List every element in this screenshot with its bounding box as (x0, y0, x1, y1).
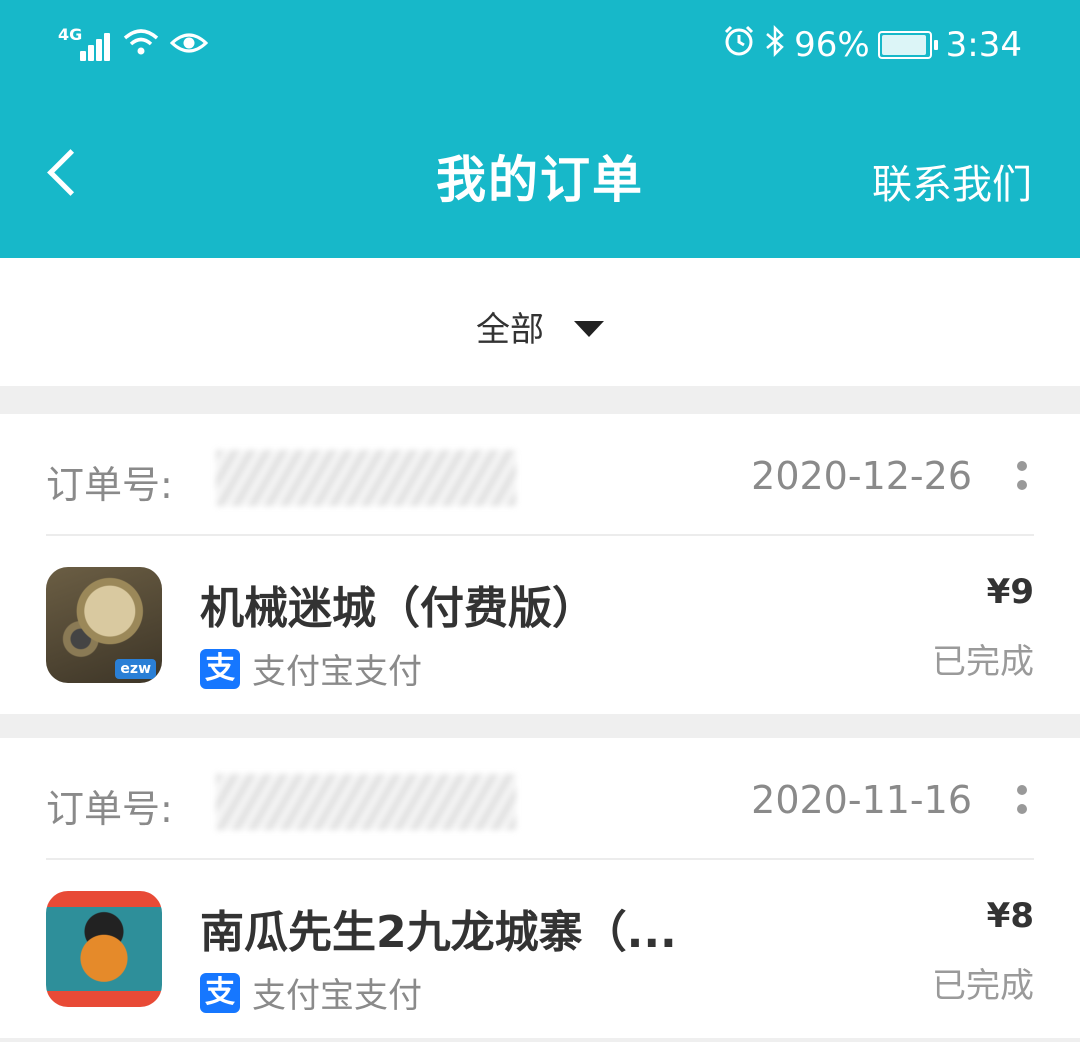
status-left: 4G (58, 22, 209, 68)
order-price: ¥8 (986, 896, 1034, 936)
order-number-redacted (216, 774, 516, 830)
order-price: ¥9 (986, 572, 1034, 612)
more-options-icon[interactable] (1016, 458, 1028, 502)
filter-dropdown[interactable]: 全部 (0, 302, 1080, 351)
more-options-icon[interactable] (1016, 782, 1028, 826)
order-date: 2020-11-16 (751, 778, 972, 822)
caret-down-icon (574, 320, 604, 337)
filter-bar: 全部 (0, 258, 1080, 386)
alipay-icon: 支 (200, 972, 240, 1013)
order-number-redacted (216, 450, 516, 506)
order-number-label: 订单号: (46, 463, 173, 507)
order-header: 订单号: 2020-11-16 (46, 774, 1034, 831)
status-bar: 4G 96% 3:34 (0, 0, 1080, 90)
battery-percent: 96% (794, 25, 870, 65)
wifi-icon (122, 26, 160, 64)
order-status: 已完成 (932, 966, 1034, 1006)
signal-icon: 4G (58, 25, 112, 65)
order-header: 订单号: 2020-12-26 (46, 450, 1034, 507)
alarm-icon (722, 24, 756, 66)
network-type: 4G (58, 25, 83, 44)
app-icon (46, 891, 162, 1007)
order-number-label: 订单号: (46, 787, 173, 831)
divider (46, 858, 1034, 860)
alipay-icon: 支 (200, 648, 240, 689)
bluetooth-icon (764, 24, 786, 66)
nav-bar: 我的订单 联系我们 (0, 110, 1080, 240)
payment-method: 支 支付宝支付 (200, 968, 422, 1017)
eye-icon (169, 29, 209, 62)
divider (46, 534, 1034, 536)
payment-method-label: 支付宝支付 (252, 976, 422, 1016)
order-date: 2020-12-26 (751, 454, 972, 498)
clock-time: 3:34 (945, 25, 1022, 65)
status-right: 96% 3:34 (722, 22, 1022, 68)
order-card[interactable]: 订单号: 2020-11-16 南瓜先生2九龙城寨（... 支 支付宝支付 ¥8… (0, 738, 1080, 1038)
order-card[interactable]: 订单号: 2020-12-26 ezw 机械迷城（付费版） 支 支付宝支付 ¥9… (0, 414, 1080, 714)
battery-icon (877, 31, 938, 59)
payment-method: 支 支付宝支付 (200, 644, 422, 693)
app-header: 4G 96% 3:34 我的订单 联系我们 (0, 0, 1080, 258)
order-status: 已完成 (932, 642, 1034, 682)
app-icon-badge: ezw (115, 659, 156, 679)
filter-selected-label: 全部 (476, 310, 544, 350)
app-icon: ezw (46, 567, 162, 683)
app-name: 南瓜先生2九龙城寨（... (200, 907, 677, 958)
contact-us-button[interactable]: 联系我们 (872, 152, 1032, 210)
app-name: 机械迷城（付费版） (200, 583, 596, 634)
payment-method-label: 支付宝支付 (252, 652, 422, 692)
